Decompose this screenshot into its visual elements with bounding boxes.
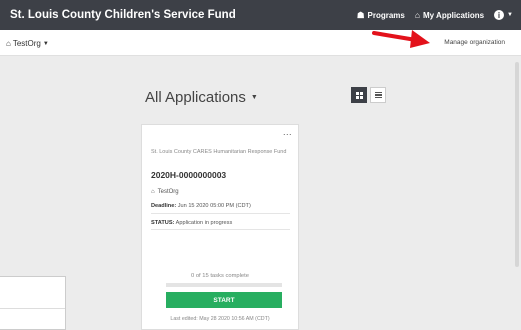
- chevron-down-icon: ▼: [507, 12, 513, 18]
- deadline-value: Jun 15 2020 05:00 PM (CDT): [177, 203, 251, 209]
- nav-my-applications[interactable]: ⌂ My Applications: [415, 10, 484, 20]
- red-arrow-annotation: [372, 30, 430, 48]
- view-toggle: [351, 87, 386, 103]
- chevron-down-icon: ▼: [250, 94, 258, 101]
- status: STATUS: Application in progress: [151, 220, 232, 226]
- nav-programs-label: Programs: [367, 10, 405, 20]
- organization-icon: ⌂: [151, 189, 155, 195]
- status-value: Application in progress: [175, 220, 233, 226]
- progress-bar: [166, 283, 282, 287]
- chevron-down-icon: ▼: [42, 40, 49, 47]
- side-panel: [0, 276, 66, 330]
- status-label: STATUS:: [151, 220, 175, 226]
- organization-icon: ⌂: [6, 39, 11, 48]
- info-icon: i: [494, 10, 505, 20]
- card-org-name: TestOrg: [157, 189, 179, 195]
- deadline: Deadline: Jun 15 2020 05:00 PM (CDT): [151, 203, 251, 209]
- org-switcher[interactable]: ⌂ TestOrg ▼: [6, 39, 49, 48]
- manage-organization-link[interactable]: Manage organization: [444, 39, 505, 46]
- grid-icon: [355, 91, 363, 99]
- help-menu[interactable]: i ▼: [494, 10, 513, 20]
- card-org: ⌂ TestOrg: [151, 189, 179, 195]
- application-id: 2020H-0000000003: [151, 170, 227, 180]
- start-button[interactable]: START: [166, 292, 282, 308]
- org-bar: ⌂ TestOrg ▼ Manage organization: [0, 30, 521, 56]
- divider: [151, 229, 290, 230]
- progress-text: 0 of 15 tasks complete: [190, 273, 249, 279]
- page-title: All Applications: [145, 89, 246, 106]
- nav-my-applications-label: My Applications: [423, 10, 485, 20]
- list-icon: [374, 91, 382, 99]
- divider: [151, 213, 290, 214]
- top-navbar: St. Louis County Children's Service Fund…: [0, 0, 521, 30]
- home-icon: ⌂: [414, 10, 420, 20]
- main-nav: ☗ Programs ⌂ My Applications i ▼: [357, 0, 513, 30]
- org-name: TestOrg: [12, 39, 41, 48]
- application-card: ... St. Louis County CARES Humanitarian …: [141, 124, 299, 330]
- fund-name: St. Louis County CARES Humanitarian Resp…: [151, 149, 287, 155]
- last-edited: Last edited: May 28 2020 10:56 AM (CDT): [170, 316, 270, 322]
- more-options-icon[interactable]: ...: [283, 127, 292, 137]
- brand-title[interactable]: St. Louis County Children's Service Fund: [10, 9, 236, 21]
- programs-icon: ☗: [356, 9, 365, 20]
- scrollbar[interactable]: [515, 62, 519, 267]
- deadline-label: Deadline:: [151, 203, 177, 209]
- nav-programs[interactable]: ☗ Programs: [357, 10, 405, 21]
- all-applications-dropdown[interactable]: All Applications ▼: [145, 89, 258, 106]
- divider: [0, 308, 65, 309]
- grid-view-button[interactable]: [351, 87, 367, 103]
- list-view-button[interactable]: [370, 87, 386, 103]
